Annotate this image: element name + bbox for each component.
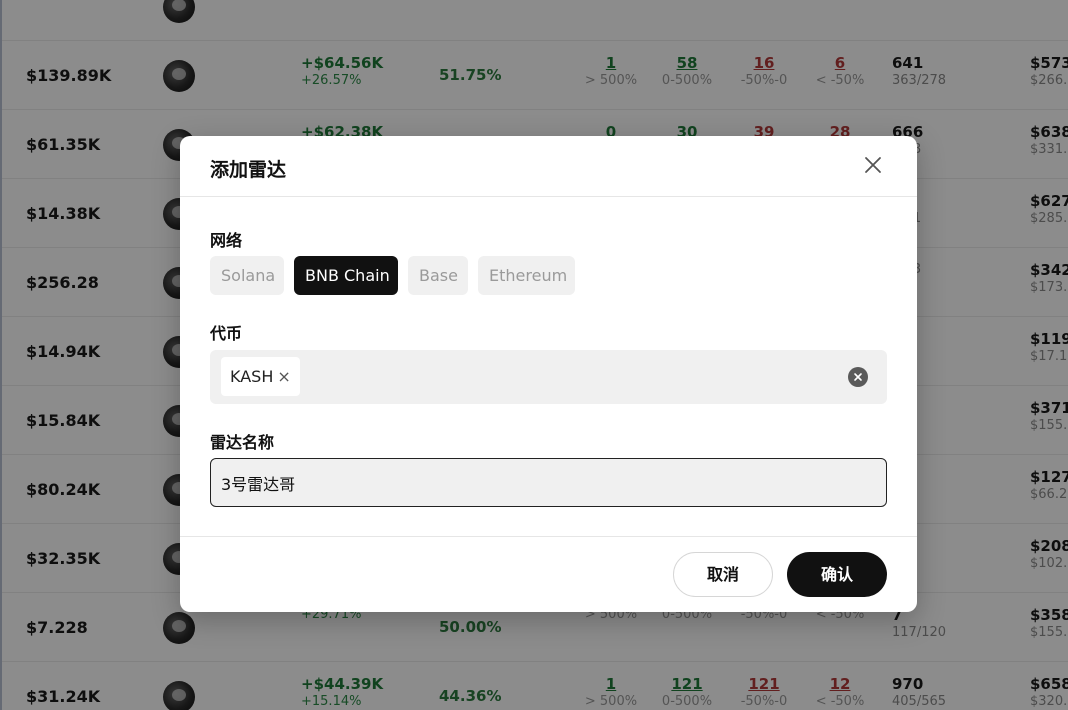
radar-name-input[interactable] bbox=[210, 458, 887, 507]
network-option-ethereum[interactable]: Ethereum bbox=[478, 256, 575, 295]
close-icon bbox=[865, 157, 881, 173]
chip-remove-icon[interactable]: × bbox=[277, 357, 290, 396]
network-option-base[interactable]: Base bbox=[408, 256, 468, 295]
network-option-bnb-chain[interactable]: BNB Chain bbox=[294, 256, 398, 295]
modal-title: 添加雷达 bbox=[210, 159, 287, 181]
footer-divider bbox=[180, 536, 917, 537]
token-chip-label: KASH bbox=[230, 367, 274, 386]
clear-icon[interactable] bbox=[848, 367, 868, 387]
add-radar-modal: 添加雷达 网络 Solana BNB Chain Base Ethereum 代… bbox=[180, 136, 917, 612]
header-divider bbox=[180, 196, 917, 197]
confirm-button[interactable]: 确认 bbox=[787, 552, 887, 597]
radar-name-label: 雷达名称 bbox=[210, 433, 275, 452]
close-button[interactable] bbox=[859, 150, 887, 182]
token-label: 代币 bbox=[210, 324, 243, 343]
cancel-button[interactable]: 取消 bbox=[673, 552, 773, 597]
token-select[interactable]: KASH × bbox=[210, 350, 887, 404]
network-option-solana[interactable]: Solana bbox=[210, 256, 284, 295]
network-label: 网络 bbox=[210, 231, 243, 250]
token-chip: KASH × bbox=[221, 357, 300, 396]
